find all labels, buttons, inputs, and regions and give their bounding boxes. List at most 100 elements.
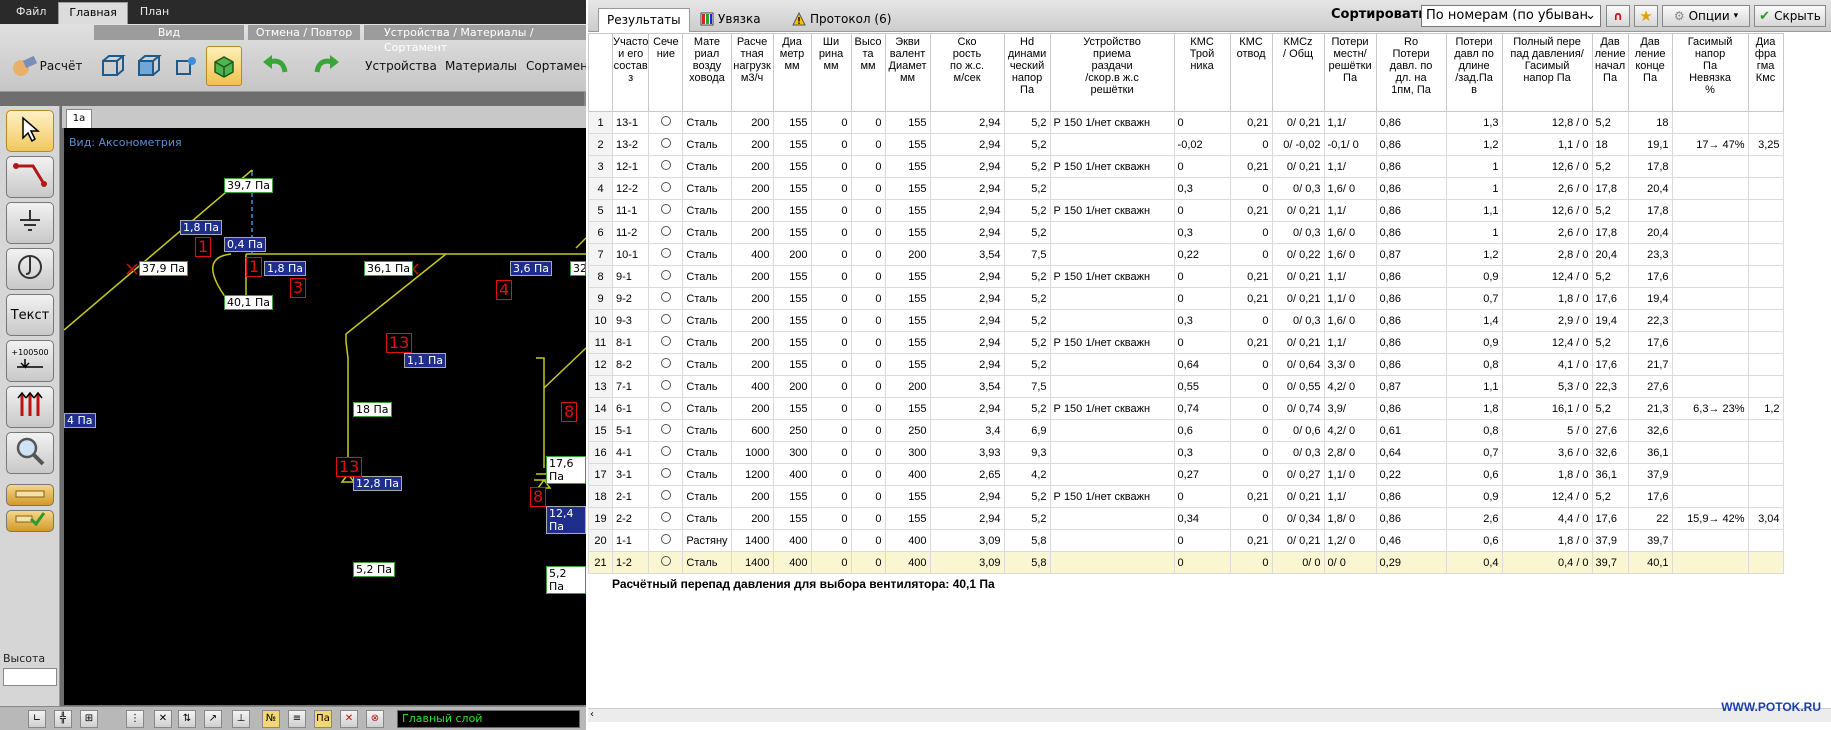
table-cell[interactable]: 0/ 0,64 [1271, 353, 1325, 376]
row-number[interactable]: 6 [588, 221, 613, 244]
table-cell[interactable]: 2,94 [929, 309, 1005, 332]
table-cell[interactable] [1747, 243, 1784, 266]
row-number[interactable]: 13 [588, 375, 613, 398]
ground-tool[interactable] [6, 202, 54, 244]
row-number[interactable]: 18 [588, 485, 613, 508]
table-cell[interactable]: Р 150 1/нет скважн [1049, 485, 1175, 508]
table-cell[interactable]: 0,21 [1229, 111, 1273, 134]
table-cell[interactable]: 0 [810, 243, 852, 266]
table-cell[interactable]: 155 [772, 111, 812, 134]
table-cell[interactable] [1671, 485, 1749, 508]
table-cell[interactable]: 0 [1229, 309, 1273, 332]
table-cell[interactable]: 5,2 [1003, 485, 1051, 508]
cell-section[interactable]: 11-2 [611, 221, 650, 244]
table-cell[interactable]: 0,86 [1375, 353, 1447, 376]
table-cell[interactable]: 400 [884, 551, 931, 574]
table-cell[interactable] [1747, 177, 1784, 200]
table-cell[interactable] [1671, 243, 1749, 266]
table-cell[interactable]: Сталь [682, 397, 732, 420]
table-cell[interactable] [1671, 441, 1749, 464]
table-cell[interactable]: 155 [772, 265, 812, 288]
table-cell[interactable]: 5,2 [1591, 155, 1629, 178]
table-cell[interactable]: Сталь [682, 265, 732, 288]
table-cell[interactable]: 0,87 [1375, 243, 1447, 266]
menu-file[interactable]: Файл [6, 2, 56, 24]
table-cell[interactable]: 0,21 [1229, 331, 1273, 354]
table-cell[interactable]: 6,3→ 23% [1671, 397, 1749, 420]
table-cell[interactable]: Р 150 1/нет скважн [1049, 111, 1175, 134]
table-cell[interactable]: 0 [810, 133, 852, 156]
table-cell[interactable]: Р 150 1/нет скважн [1049, 199, 1175, 222]
table-cell[interactable]: 27,6 [1591, 419, 1629, 442]
numbers-button[interactable]: № [262, 710, 280, 728]
cell-section[interactable]: 9-1 [611, 265, 650, 288]
cell-crosssection[interactable] [648, 331, 684, 354]
table-row[interactable]: 13 7-1 Сталь 400 200 0 0 200 3,54 7,5 0,55 0 0/ 0,55… [588, 375, 1784, 398]
table-cell[interactable]: 0,27 [1173, 463, 1231, 486]
table-cell[interactable]: 0 [810, 221, 852, 244]
table-cell[interactable]: Сталь [682, 309, 732, 332]
table-cell[interactable]: 0/ 0,3 [1271, 221, 1325, 244]
node-number[interactable]: 1 [195, 237, 212, 257]
table-cell[interactable]: 1,1/ [1323, 485, 1377, 508]
table-cell[interactable]: 200 [884, 375, 931, 398]
cell-section[interactable]: 10-1 [611, 243, 650, 266]
table-cell[interactable] [1747, 463, 1784, 486]
table-cell[interactable]: 5,2 [1591, 265, 1629, 288]
table-cell[interactable]: 2,94 [929, 111, 1005, 134]
cell-crosssection[interactable] [648, 507, 684, 530]
row-number[interactable]: 4 [588, 177, 613, 200]
table-cell[interactable]: 0 [1173, 155, 1231, 178]
table-cell[interactable]: 0/ 0 [1271, 551, 1325, 574]
table-cell[interactable]: 5,2 [1003, 331, 1051, 354]
cell-crosssection[interactable] [648, 265, 684, 288]
table-cell[interactable] [1049, 441, 1175, 464]
table-cell[interactable]: 2,94 [929, 287, 1005, 310]
table-cell[interactable]: 5,2 [1591, 485, 1629, 508]
table-cell[interactable]: Сталь [682, 243, 732, 266]
table-cell[interactable]: 0,86 [1375, 111, 1447, 134]
table-cell[interactable]: 17,6 [1627, 265, 1673, 288]
table-cell[interactable]: 0/ 0,21 [1271, 287, 1325, 310]
table-cell[interactable]: 0,21 [1229, 287, 1273, 310]
table-cell[interactable]: -0,1/ 0 [1323, 133, 1377, 156]
table-cell[interactable]: 0 [1229, 375, 1273, 398]
table-cell[interactable]: 12,8 / 0 [1501, 111, 1593, 134]
column-header[interactable]: КМС Трой ника [1173, 33, 1231, 112]
row-number[interactable]: 2 [588, 133, 613, 156]
table-cell[interactable]: 5,2 [1003, 177, 1051, 200]
grid-button[interactable]: ⋮ [126, 710, 144, 728]
table-cell[interactable] [1747, 551, 1784, 574]
table-cell[interactable]: 0 [1173, 199, 1231, 222]
table-row[interactable]: 16 4-1 Сталь 1000 300 0 0 300 3,93 9,3 0,3 0 0/ 0,3 2… [588, 441, 1784, 464]
table-row[interactable]: 6 11-2 Сталь 200 155 0 0 155 2,94 5,2 0,3 0 0/ 0,3 1,… [588, 221, 1784, 244]
table-cell[interactable]: 0,86 [1375, 177, 1447, 200]
cell-section[interactable]: 9-2 [611, 287, 650, 310]
table-cell[interactable] [1747, 287, 1784, 310]
table-cell[interactable]: 155 [884, 199, 931, 222]
table-cell[interactable]: 200 [730, 397, 774, 420]
table-cell[interactable] [1747, 265, 1784, 288]
table-cell[interactable]: 0,8 [1445, 419, 1503, 442]
table-cell[interactable]: 39,7 [1627, 529, 1673, 552]
table-cell[interactable]: 0 [850, 177, 886, 200]
table-cell[interactable]: 0,9 [1445, 331, 1503, 354]
table-cell[interactable] [1671, 155, 1749, 178]
cell-section[interactable]: 1-2 [611, 551, 650, 574]
table-cell[interactable] [1049, 133, 1175, 156]
table-cell[interactable]: 3,54 [929, 243, 1005, 266]
table-cell[interactable]: 23,3 [1627, 243, 1673, 266]
table-cell[interactable]: 0 [1229, 507, 1273, 530]
fitting-tool[interactable] [6, 248, 54, 290]
cell-section[interactable]: 1-1 [611, 529, 650, 552]
table-cell[interactable]: 0/ 0,55 [1271, 375, 1325, 398]
table-cell[interactable]: 17,8 [1591, 221, 1629, 244]
table-cell[interactable]: 0 [810, 507, 852, 530]
cell-section[interactable]: 13-2 [611, 133, 650, 156]
table-cell[interactable]: 0,6 [1445, 463, 1503, 486]
table-cell[interactable] [1747, 199, 1784, 222]
table-cell[interactable]: 5,2 [1003, 155, 1051, 178]
table-cell[interactable] [1671, 419, 1749, 442]
table-cell[interactable]: 0 [850, 419, 886, 442]
table-cell[interactable]: Сталь [682, 199, 732, 222]
